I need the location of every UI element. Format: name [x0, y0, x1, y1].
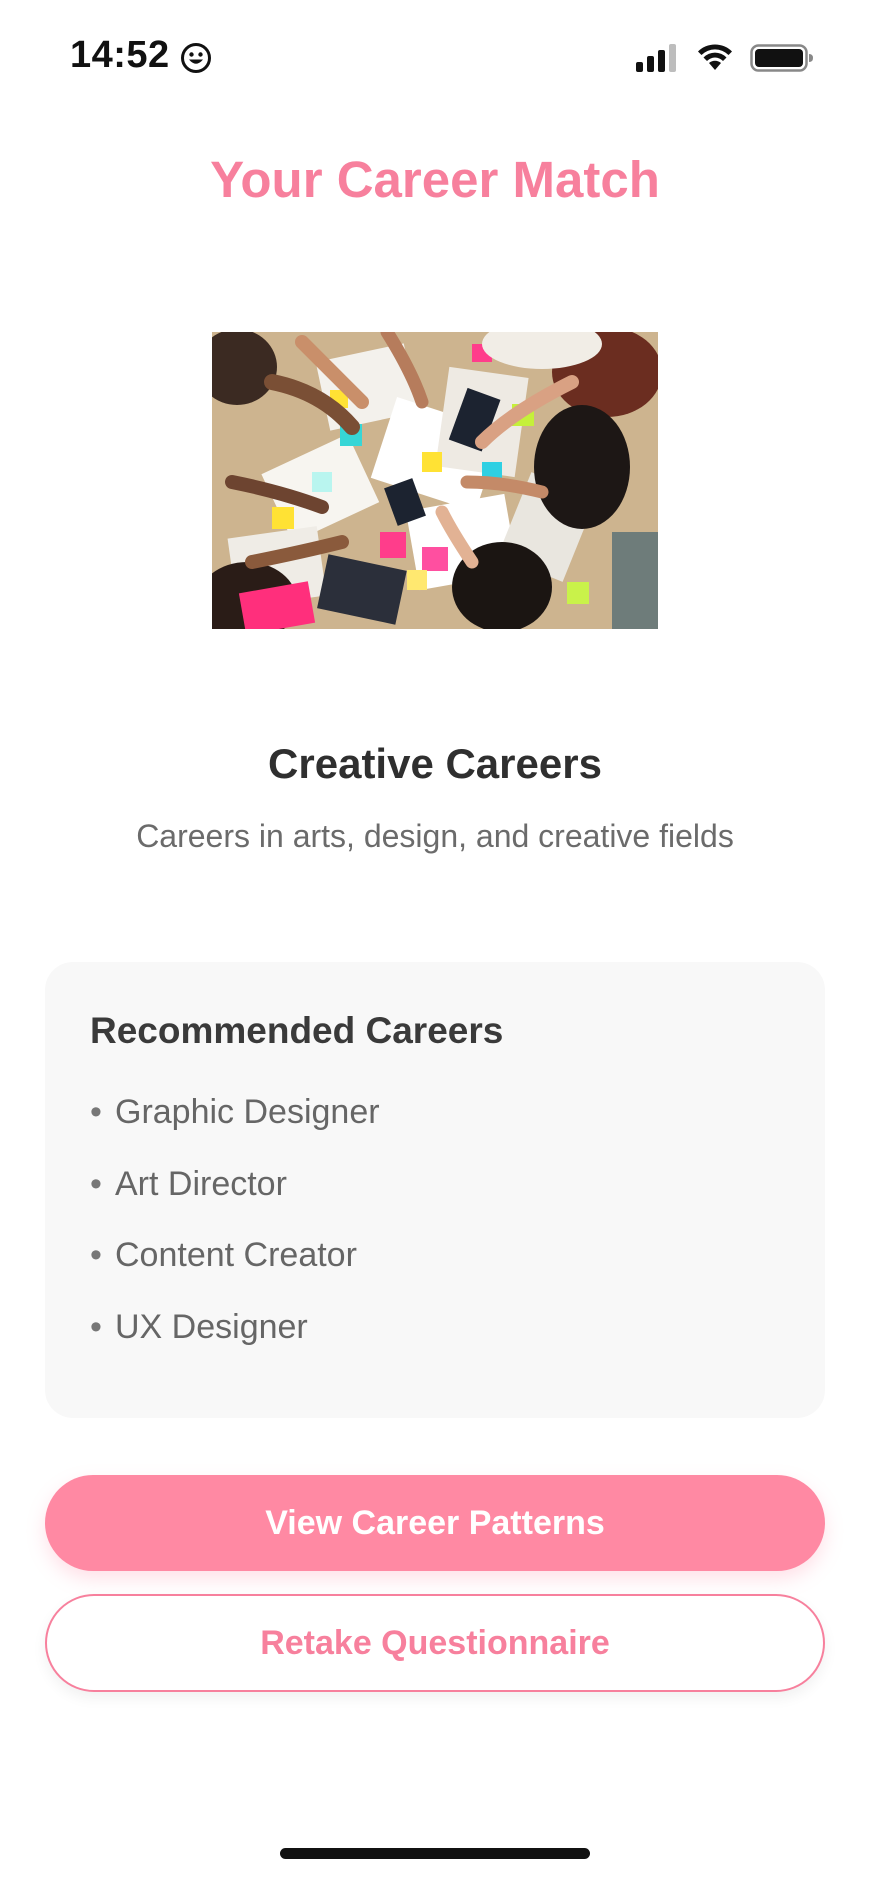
- career-item-label: Content Creator: [115, 1236, 357, 1274]
- bullet: •: [90, 1093, 102, 1131]
- bullet: •: [90, 1164, 102, 1203]
- status-bar: 14:52: [0, 0, 870, 110]
- career-category-title: Creative Careers: [268, 740, 602, 787]
- career-list: • Graphic Designer • Art Director • Content…: [90, 1092, 380, 1378]
- list-item: • UX Designer: [90, 1307, 380, 1379]
- creative-team-photo: [212, 332, 658, 629]
- list-item: • Graphic Designer: [90, 1092, 380, 1164]
- bullet: •: [90, 1307, 102, 1346]
- view-career-patterns-button[interactable]: View Career Patterns: [45, 1475, 825, 1571]
- bullet: •: [90, 1236, 102, 1274]
- career-item-label: UX Designer: [115, 1307, 308, 1346]
- page-title: Your Career Match: [210, 151, 660, 208]
- recommended-careers-title: Recommended Careers: [90, 1010, 504, 1051]
- career-category-description: Careers in arts, design, and creative fi…: [136, 818, 734, 854]
- wifi-icon: [698, 44, 732, 70]
- list-item: • Content Creator: [90, 1235, 380, 1307]
- status-time: 14:52: [70, 34, 170, 76]
- career-item-label: Art Director: [115, 1164, 287, 1203]
- battery-icon: [750, 44, 813, 72]
- home-indicator[interactable]: [280, 1848, 590, 1859]
- list-item: • Art Director: [90, 1164, 380, 1236]
- smiley-icon: [181, 43, 211, 73]
- retake-questionnaire-button[interactable]: Retake Questionnaire: [45, 1594, 825, 1692]
- recommended-careers-card: Recommended Careers • Graphic Designer • A…: [45, 962, 825, 1418]
- career-item-label: Graphic Designer: [115, 1093, 380, 1131]
- signal-icon: [636, 44, 676, 72]
- hero-image: [212, 332, 658, 629]
